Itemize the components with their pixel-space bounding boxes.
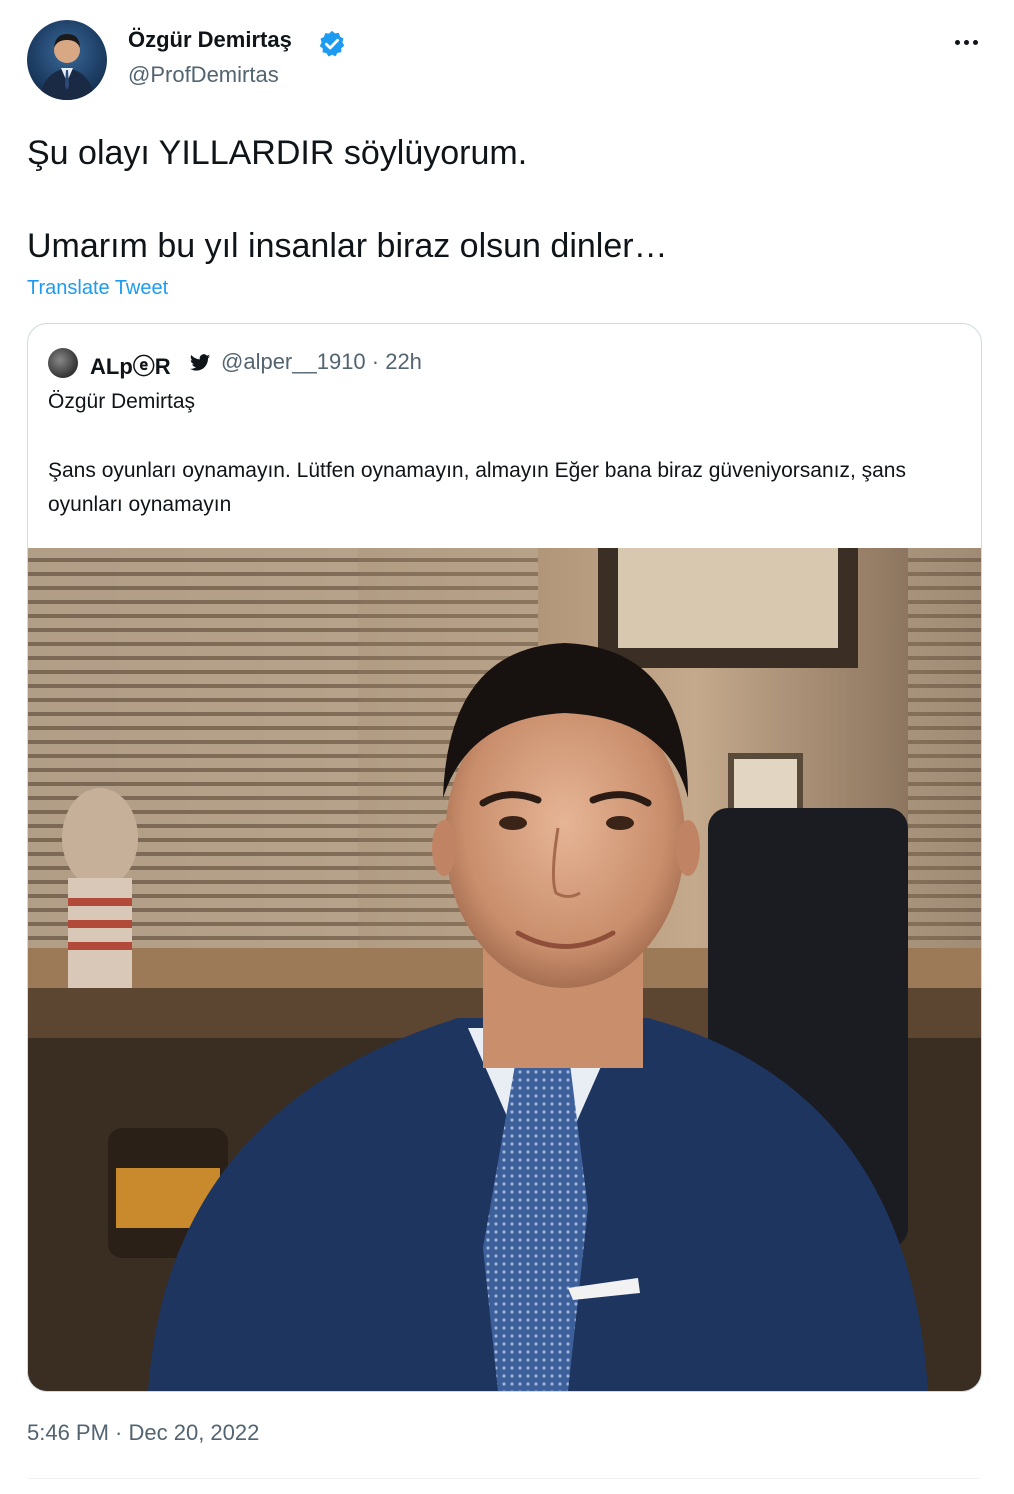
quoted-author-name[interactable]: ALpⓔR	[90, 349, 171, 381]
quoted-tweet-card[interactable]: ALpⓔR @alper__1910 · 22h Özgür Demirtaş …	[27, 323, 982, 1392]
tweet-text-line-1: Şu olayı YILLARDIR söylüyorum.	[27, 134, 528, 172]
verified-badge-icon	[319, 30, 345, 57]
tweet-text-line-2: Umarım bu yıl insanlar biraz olsun dinle…	[27, 227, 668, 265]
author-avatar[interactable]	[27, 20, 107, 100]
tweet-timestamp[interactable]: 5:46 PM · Dec 20, 2022	[27, 1420, 259, 1446]
more-options-icon[interactable]	[946, 28, 986, 56]
twitter-bird-icon	[189, 354, 211, 371]
quoted-author-avatar[interactable]	[48, 348, 78, 378]
quoted-handle-time[interactable]: @alper__1910 · 22h	[221, 349, 422, 375]
divider	[27, 1478, 980, 1479]
author-handle[interactable]: @ProfDemirtas	[128, 62, 279, 88]
author-name[interactable]: Özgür Demirtaş	[128, 27, 292, 53]
quoted-media-photo[interactable]	[28, 548, 981, 1391]
quoted-text-line-2: Şans oyunları oynamayın. Lütfen oynamayı…	[48, 459, 906, 516]
translate-tweet-link[interactable]: Translate Tweet	[27, 277, 168, 300]
quoted-text-line-1: Özgür Demirtaş	[48, 390, 196, 413]
